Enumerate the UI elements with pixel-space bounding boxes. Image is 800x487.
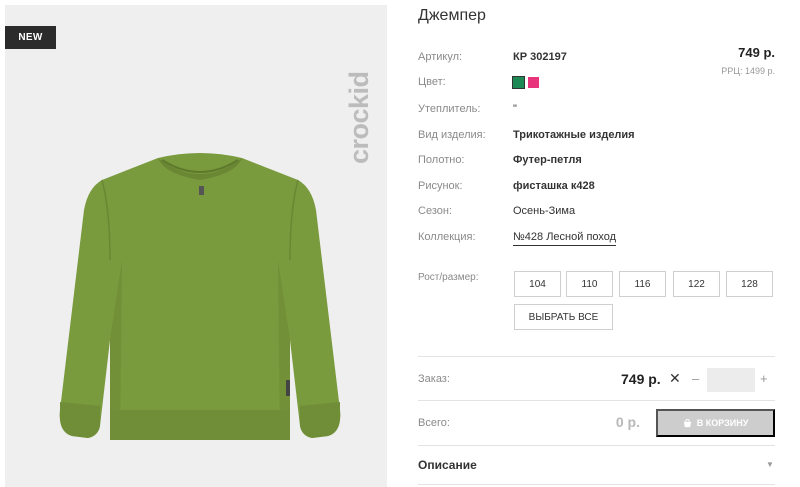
multiply-icon: ✕	[669, 370, 681, 386]
chevron-down-icon[interactable]: ▼	[766, 460, 774, 469]
cart-icon	[683, 418, 691, 427]
select-all-button[interactable]: ВЫБРАТЬ ВСЕ	[514, 304, 613, 330]
divider	[418, 484, 775, 485]
size-button-128[interactable]: 128	[726, 271, 773, 297]
size-button-122[interactable]: 122	[673, 271, 720, 297]
divider	[418, 356, 775, 357]
size-button-116[interactable]: 116	[619, 271, 666, 297]
product-title: Джемпер	[418, 7, 486, 24]
attr-collection-label: Коллекция:	[418, 231, 476, 243]
increment-button[interactable]: +	[760, 371, 768, 386]
color-swatch-green[interactable]	[512, 76, 525, 89]
attr-season-value: Осень-Зима	[513, 205, 576, 217]
attr-sku-label: Артикул:	[418, 51, 463, 63]
total-label: Всего:	[418, 417, 450, 429]
size-button-110[interactable]: 110	[566, 271, 613, 297]
quantity-input[interactable]	[707, 368, 755, 392]
divider	[418, 445, 775, 446]
product-photo[interactable]: NEW crockid	[5, 5, 387, 487]
order-label: Заказ:	[418, 373, 450, 385]
attr-type-value: Трикотажные изделия	[513, 129, 635, 141]
add-to-cart-button[interactable]: В КОРЗИНУ	[656, 409, 775, 437]
product-price: 749 р.	[738, 45, 775, 60]
order-price: 749 р.	[621, 371, 661, 387]
attr-insulation-label: Утеплитель:	[418, 103, 481, 115]
attr-insulation-value: "	[513, 103, 517, 115]
attr-season-label: Сезон:	[418, 205, 452, 217]
attr-pattern-label: Рисунок:	[418, 180, 463, 192]
color-swatch-pink[interactable]	[528, 77, 539, 88]
collection-link[interactable]: №428 Лесной поход	[513, 231, 617, 246]
recommended-retail-price: РРЦ: 1499 р.	[721, 66, 775, 76]
attr-fabric-value: Футер-петля	[513, 154, 582, 166]
decrement-button[interactable]: –	[692, 371, 699, 386]
attr-pattern-value: фисташка к428	[513, 180, 595, 192]
size-label: Рост/размер:	[418, 272, 479, 283]
sweatshirt-image	[59, 153, 341, 440]
size-button-104[interactable]: 104	[514, 271, 561, 297]
attr-sku-value: КР 302197	[513, 51, 567, 63]
description-toggle[interactable]: Описание	[418, 458, 477, 472]
attr-fabric-label: Полотно:	[418, 154, 465, 166]
add-to-cart-label: В КОРЗИНУ	[696, 418, 749, 428]
attr-type-label: Вид изделия:	[418, 129, 486, 141]
divider	[418, 400, 775, 401]
total-value: 0 р.	[615, 414, 640, 430]
attr-color-label: Цвет:	[418, 76, 446, 88]
new-badge: NEW	[5, 26, 56, 49]
